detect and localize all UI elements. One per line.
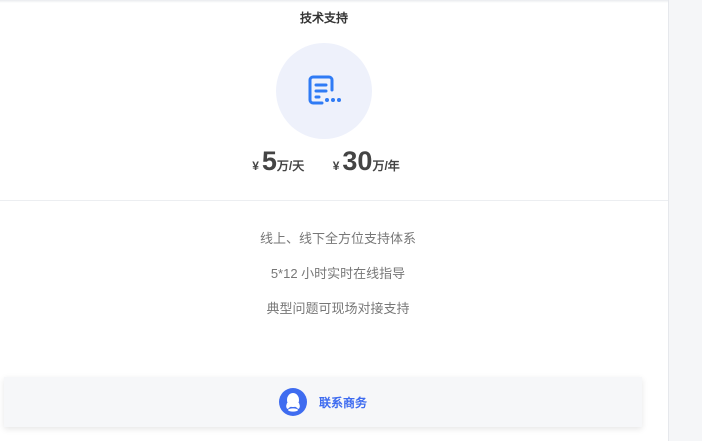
price-unit: 万/年 xyxy=(372,159,400,173)
price-amount: 30 xyxy=(342,146,373,176)
price-daily: ¥5万/天 xyxy=(252,146,304,177)
price-amount: 5 xyxy=(261,146,277,176)
price-unit: 万/天 xyxy=(276,159,305,173)
currency-symbol: ¥ xyxy=(332,159,340,173)
feature-list: 线上、线下全方位支持体系 5*12 小时实时在线指导 典型问题可现场对接支持 xyxy=(0,230,676,335)
document-list-icon xyxy=(308,75,341,105)
price-row: ¥5万/天 ¥30万/年 xyxy=(0,146,652,177)
top-shadow xyxy=(0,0,668,3)
price-yearly: ¥30万/年 xyxy=(333,146,400,177)
contact-sales-label: 联系商务 xyxy=(318,395,367,410)
plan-icon-badge xyxy=(276,43,372,139)
feature-item: 线上、线下全方位支持体系 xyxy=(259,231,416,246)
divider xyxy=(0,200,668,201)
currency-symbol: ¥ xyxy=(252,159,259,173)
feature-item: 典型问题可现场对接支持 xyxy=(266,301,410,316)
contact-sales-button[interactable]: 联系商务 xyxy=(4,377,642,427)
support-plan-card: 技术支持 ¥5万/天 ¥30万/年 线上、线下全方位支持体系 5*12 小时实时… xyxy=(0,0,669,441)
plan-title: 技术支持 xyxy=(299,11,348,25)
qq-icon xyxy=(278,388,307,416)
feature-item: 5*12 小时实时在线指导 xyxy=(270,266,406,281)
